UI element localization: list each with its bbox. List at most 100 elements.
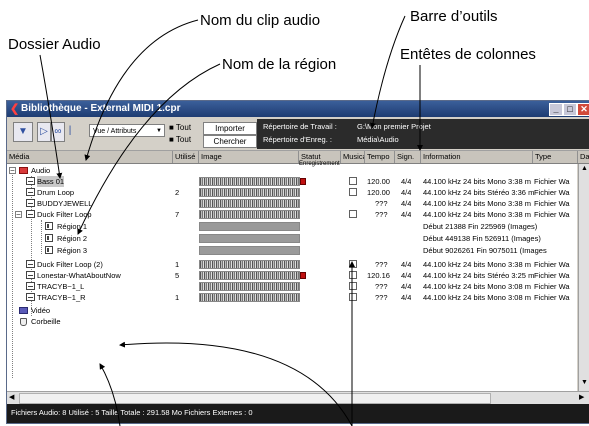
table-row[interactable]: Région 3 Début 9026261 Fin 9075011 (Imag… [7, 245, 577, 256]
all-checkbox-2[interactable]: ■ Tout [169, 135, 191, 144]
list-item-audio-folder[interactable]: – Audio Enregistrement [7, 161, 577, 176]
row-used: 1 [175, 293, 180, 302]
col-tempo[interactable]: Tempo [365, 151, 395, 163]
waveform-image [199, 271, 300, 280]
row-sign: 4/4 [401, 282, 412, 291]
row-info: Début 9026261 Fin 9075011 (Images [423, 246, 547, 255]
row-info: 44.100 kHz 24 bits Stéréo 3:25 m [423, 271, 535, 280]
table-row[interactable]: Bass 01 120.00 4/4 44.100 kHz 24 bits Mo… [7, 176, 577, 187]
table-row[interactable]: Drum Loop 2 120.00 4/4 44.100 kHz 24 bit… [7, 187, 577, 198]
table-row[interactable]: BUDDYJEWELL ??? 4/4 44.100 kHz 24 bits M… [7, 198, 577, 209]
filter-icon[interactable]: ▼ [13, 122, 33, 142]
musical-checkbox[interactable] [349, 177, 357, 185]
loop-icon[interactable]: ∞ [51, 122, 65, 142]
col-media[interactable]: Média [7, 151, 173, 163]
row-info: 44.100 kHz 24 bits Mono 3:38 m [423, 260, 531, 269]
waveform-image [199, 199, 300, 208]
col-musical[interactable]: Musical [341, 151, 365, 163]
col-sign[interactable]: Sign. [395, 151, 421, 163]
table-row[interactable]: TRACYB~1_L ??? 4/4 44.100 kHz 24 bits Mo… [7, 281, 577, 292]
musical-checkbox[interactable] [349, 260, 357, 268]
col-type[interactable]: Type [533, 151, 578, 163]
region-icon [45, 234, 53, 242]
col-information[interactable]: Information [421, 151, 533, 163]
row-tempo: 120.00 [367, 177, 390, 186]
callout-column-headers: Entêtes de colonnes [400, 46, 536, 63]
col-used[interactable]: Utilisé [173, 151, 199, 163]
waveform-image [199, 177, 300, 186]
waveform-image [199, 293, 300, 302]
table-row[interactable]: Duck Filter Loop (2) 1 ??? 4/4 44.100 kH… [7, 259, 577, 270]
row-sign: 4/4 [401, 188, 412, 197]
row-name: TRACYB~1_R [37, 293, 86, 302]
row-used: 1 [175, 260, 180, 269]
minimize-button[interactable]: _ [549, 103, 563, 116]
all-label-1: Tout [175, 123, 192, 132]
chevron-down-icon: ▼ [156, 128, 162, 134]
col-image[interactable]: Image [199, 151, 299, 163]
title-bar[interactable]: ❮ Bibliothèque - External MIDI 1.cpr _ □… [7, 101, 589, 117]
row-info: 44.100 kHz 24 bits Mono 3:38 m [423, 177, 531, 186]
all-checkbox-1[interactable]: ■ Tout [169, 123, 191, 132]
table-row[interactable]: Région 2 Début 449138 Fin 526911 (Images… [7, 233, 577, 244]
col-date[interactable]: Da [578, 151, 589, 163]
collapse-icon[interactable]: – [9, 167, 16, 174]
scroll-thumb[interactable] [19, 393, 491, 404]
search-button[interactable]: Chercher [203, 135, 257, 148]
toolbar: ▼ ▷ ∞ | Vue / Attributs ▼ ■ Tout ■ Tout … [7, 118, 589, 151]
volume-icon[interactable]: | [67, 122, 73, 140]
play-icon[interactable]: ▷ [37, 122, 51, 142]
row-name: Lonestar-WhatAboutNow [37, 271, 121, 280]
row-type: Fichier Wa [534, 199, 570, 208]
audio-clip-icon [26, 282, 35, 290]
musical-checkbox[interactable] [349, 210, 357, 218]
row-info: Début 21388 Fin 225969 (Images) [423, 222, 538, 231]
row-sign: 4/4 [401, 293, 412, 302]
row-tempo: ??? [375, 293, 388, 302]
musical-checkbox[interactable] [349, 293, 357, 301]
horizontal-scrollbar[interactable]: ◀ ▶ [7, 391, 589, 404]
row-status: Enregistrement [299, 161, 340, 167]
record-flag-icon [300, 178, 306, 185]
musical-checkbox[interactable] [349, 188, 357, 196]
scroll-right-icon[interactable]: ▶ [579, 393, 584, 401]
waveform-image [199, 210, 300, 219]
musical-checkbox[interactable] [349, 282, 357, 290]
row-tempo: 120.00 [367, 188, 390, 197]
row-name: Corbeille [31, 317, 61, 326]
import-button[interactable]: Importer [203, 122, 257, 135]
scroll-down-icon[interactable]: ▼ [581, 379, 588, 386]
musical-checkbox[interactable] [349, 271, 357, 279]
row-tempo: ??? [375, 199, 388, 208]
page: { "callouts": { "clip_name": "Nom du cli… [0, 0, 589, 426]
table-row[interactable]: – Duck Filter Loop 7 ??? 4/4 44.100 kHz … [7, 209, 577, 220]
vertical-scrollbar[interactable]: ▲ ▼ [578, 164, 589, 391]
window-title: Bibliothèque - External MIDI 1.cpr [21, 103, 181, 114]
row-name: TRACYB~1_L [37, 282, 85, 291]
record-flag-icon [300, 272, 306, 279]
row-type: Fichier Wa [534, 271, 570, 280]
audio-clip-icon [26, 210, 35, 218]
media-list: – Audio Enregistrement Bass 01 120.00 4/… [7, 161, 577, 391]
table-row[interactable]: Région 1 Début 21388 Fin 225969 (Images) [7, 221, 577, 232]
row-type: Fichier Wa [534, 282, 570, 291]
close-button[interactable]: ✕ [577, 103, 589, 116]
region-icon [45, 246, 53, 254]
scroll-up-icon[interactable]: ▲ [581, 165, 588, 172]
row-type: Fichier Wa [534, 177, 570, 186]
workdir-value: G:\Mon premier Projet [357, 122, 431, 131]
table-row[interactable]: Lonestar-WhatAboutNow 5 120.16 4/4 44.10… [7, 270, 577, 281]
table-row[interactable]: TRACYB~1_R 1 ??? 4/4 44.100 kHz 24 bits … [7, 292, 577, 303]
scroll-left-icon[interactable]: ◀ [9, 393, 14, 401]
maximize-button[interactable]: □ [563, 103, 577, 116]
app-icon: ❮ [10, 103, 20, 115]
list-item-video-folder[interactable]: Vidéo [7, 305, 577, 316]
list-item-trash[interactable]: Corbeille [7, 316, 577, 327]
view-attributes-select[interactable]: Vue / Attributs ▼ [89, 124, 165, 137]
row-name: Duck Filter Loop (2) [37, 260, 103, 269]
row-tempo: ??? [375, 210, 388, 219]
collapse-icon[interactable]: – [15, 211, 22, 218]
row-info: 44.100 kHz 24 bits Stéréo 3:36 m [423, 188, 535, 197]
row-name: Drum Loop [37, 188, 75, 197]
row-used: 7 [175, 210, 180, 219]
